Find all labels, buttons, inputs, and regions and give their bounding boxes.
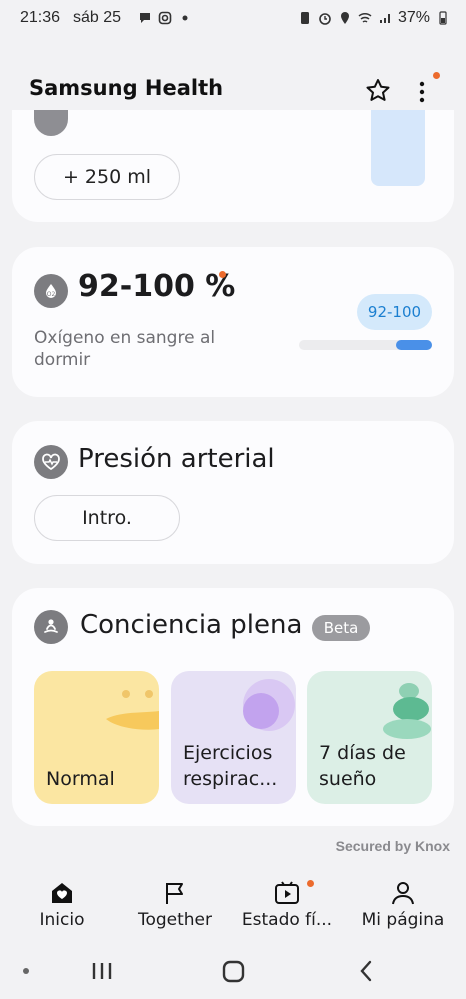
- system-status-icons: 37%: [298, 9, 450, 27]
- nav-item-my-page[interactable]: Mi página: [345, 870, 461, 940]
- system-navigation-bar: [0, 945, 466, 999]
- blood-pressure-title: Presión arterial: [78, 444, 275, 474]
- app-title: Samsung Health: [29, 76, 224, 100]
- nav-label: Mi página: [361, 910, 445, 930]
- nav-item-together[interactable]: Together: [117, 870, 233, 940]
- blood-oxygen-card[interactable]: O2 92-100 % Oxígeno en sangre al dormir …: [12, 247, 454, 397]
- dot-icon: [182, 15, 188, 21]
- oxygen-description: Oxígeno en sangre al dormir: [34, 328, 216, 370]
- bubbles-illustration: [243, 679, 295, 731]
- notification-icons: [138, 11, 192, 25]
- oxygen-value: 92-100 %: [78, 269, 236, 304]
- add-250ml-button[interactable]: + 250 ml: [34, 154, 180, 200]
- oxygen-range-fill: [396, 340, 432, 350]
- blood-oxygen-icon: O2: [34, 274, 68, 308]
- flag-icon: [166, 883, 183, 904]
- blood-pressure-intro-button[interactable]: Intro.: [34, 495, 180, 541]
- battery-saver-icon: [300, 12, 309, 24]
- mindfulness-tile-breathing[interactable]: Ejercicios respirac...: [171, 671, 296, 804]
- fitness-video-icon: [275, 881, 299, 904]
- nav-notification-dot: [307, 880, 314, 887]
- tile-label: Ejercicios respirac...: [183, 742, 278, 790]
- bottom-nav: Inicio Together Estado fí... Mi página: [0, 870, 466, 940]
- home-icon: [52, 883, 72, 903]
- notification-dot: [433, 72, 440, 79]
- signal-icon: [379, 14, 390, 23]
- sun-face-illustration: [106, 690, 159, 730]
- nav-item-fitness[interactable]: Estado fí...: [229, 870, 345, 940]
- meditation-icon: [34, 610, 68, 644]
- mindfulness-tile-sleep[interactable]: 7 días de sueño: [307, 671, 432, 804]
- battery-icon: [439, 11, 447, 25]
- favorites-star-icon[interactable]: [364, 77, 392, 105]
- more-options-icon[interactable]: [412, 77, 432, 105]
- new-data-dot: [219, 271, 226, 278]
- stones-illustration: [383, 683, 431, 739]
- tile-label: Normal: [46, 768, 115, 790]
- location-icon: [340, 12, 349, 24]
- chat-icon: [140, 13, 150, 23]
- svg-text:O2: O2: [47, 291, 56, 298]
- alarm-icon: [319, 13, 331, 25]
- nav-label: Estado fí...: [241, 910, 333, 930]
- status-bar: 21:36 sáb 25 37%: [0, 0, 466, 38]
- nav-label: Inicio: [39, 910, 85, 930]
- water-cup-illustration: [371, 110, 425, 186]
- keyboard-dot-icon: [23, 968, 29, 974]
- status-time: 21:36: [20, 9, 61, 26]
- tile-label: 7 días de sueño: [319, 742, 406, 790]
- home-button-icon[interactable]: [222, 960, 245, 983]
- beta-badge: Beta: [312, 615, 370, 641]
- secured-by-knox-label: Secured by Knox: [335, 838, 450, 854]
- person-icon: [392, 882, 414, 905]
- nav-item-home[interactable]: Inicio: [4, 870, 120, 940]
- mindfulness-tile-normal[interactable]: Normal: [34, 671, 159, 804]
- wifi-icon: [358, 12, 372, 23]
- back-icon[interactable]: [360, 960, 372, 982]
- mindfulness-card[interactable]: Conciencia plena Beta Normal Ejercicios …: [12, 588, 454, 826]
- oxygen-range-track: [299, 340, 432, 350]
- recent-apps-icon[interactable]: [92, 963, 112, 979]
- oxygen-range-badge: 92-100: [357, 294, 432, 330]
- blood-pressure-card[interactable]: Presión arterial Intro.: [12, 421, 454, 564]
- battery-percent: 37%: [397, 9, 430, 26]
- water-drop-icon: [34, 110, 68, 136]
- mindfulness-title: Conciencia plena: [80, 610, 303, 640]
- nav-label: Together: [137, 910, 213, 930]
- water-card[interactable]: + 250 ml: [12, 110, 454, 222]
- instagram-icon: [158, 11, 172, 25]
- status-date: sáb 25: [73, 9, 122, 26]
- heart-pulse-icon: [34, 445, 68, 479]
